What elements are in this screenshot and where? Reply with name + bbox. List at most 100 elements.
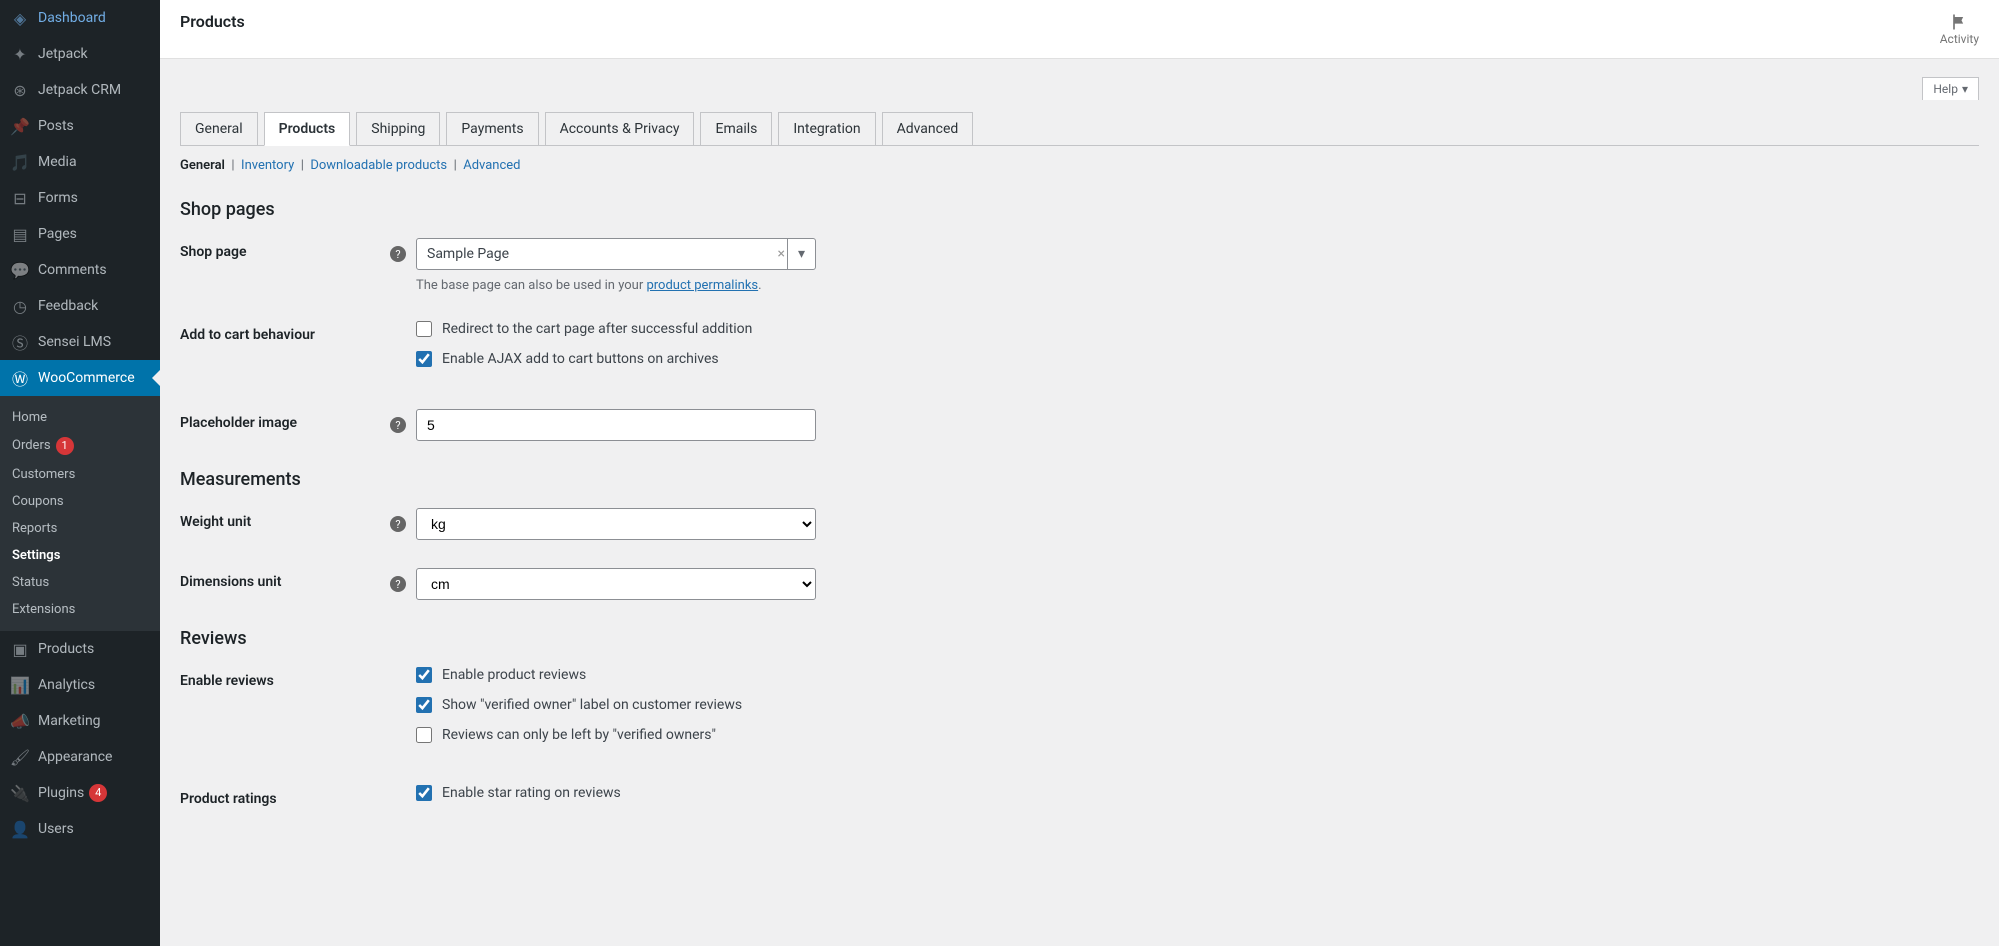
woocommerce-submenu: Home Orders1 Customers Coupons Reports S… [0,396,160,631]
feedback-icon: ◷ [10,296,30,316]
submenu-label: Orders [12,438,51,453]
sidebar-item-products[interactable]: ▣ Products [0,631,160,667]
page-title: Products [180,12,245,31]
redirect-label: Redirect to the cart page after successf… [442,321,752,337]
sidebar-item-jetpack[interactable]: ✦Jetpack [0,36,160,72]
verified-only-label: Reviews can only be left by "verified ow… [442,727,716,743]
sidebar-item-label: Jetpack CRM [38,82,121,98]
checkbox-verified-label: Show "verified owner" label on customer … [416,697,1979,713]
tab-general[interactable]: General [180,112,258,145]
permalinks-link[interactable]: product permalinks [646,278,758,293]
star-rating-label: Enable star rating on reviews [442,785,621,801]
label-dimensions-unit: Dimensions unit [180,568,390,590]
help-icon[interactable]: ? [390,417,406,433]
sidebar-item-forms[interactable]: ⊟Forms [0,180,160,216]
checkbox-ajax: Enable AJAX add to cart buttons on archi… [416,351,1979,367]
submenu-extensions[interactable]: Extensions [0,596,160,623]
sidebar-item-woocommerce[interactable]: ⓌWooCommerce [0,360,160,396]
sensei-icon: Ⓢ [10,332,30,352]
tab-emails[interactable]: Emails [700,112,772,145]
sidebar-item-dashboard[interactable]: ◈Dashboard [0,0,160,36]
content-area: Help ▾ General Products Shipping Payment… [160,59,1999,883]
row-add-to-cart: Add to cart behaviour Redirect to the ca… [180,321,1979,381]
sidebar-item-users[interactable]: 👤Users [0,811,160,847]
enable-reviews-checkbox[interactable] [416,667,432,683]
subtab-inventory[interactable]: Inventory [241,158,294,173]
shop-page-select[interactable]: Sample Page × ▾ [416,238,816,270]
posts-icon: 📌 [10,116,30,136]
sidebar-item-label: Posts [38,118,74,134]
label-enable-reviews: Enable reviews [180,667,390,689]
subtab-advanced[interactable]: Advanced [463,158,520,173]
sidebar-item-appearance[interactable]: 🖌Appearance [0,739,160,775]
star-rating-checkbox[interactable] [416,785,432,801]
submenu-reports[interactable]: Reports [0,515,160,542]
row-product-ratings: Product ratings Enable star rating on re… [180,785,1979,815]
separator: | [228,158,241,173]
marketing-icon: 📣 [10,711,30,731]
sidebar-item-plugins[interactable]: 🔌Plugins4 [0,775,160,811]
row-shop-page: Shop page ? Sample Page × ▾ The base pag… [180,238,1979,293]
submenu-home[interactable]: Home [0,404,160,431]
dimensions-unit-select[interactable]: cm [416,568,816,600]
placeholder-image-input[interactable] [416,409,816,441]
verified-label-checkbox[interactable] [416,697,432,713]
flag-icon [1949,12,1969,32]
sidebar-item-feedback[interactable]: ◷Feedback [0,288,160,324]
submenu-customers[interactable]: Customers [0,461,160,488]
label-add-to-cart: Add to cart behaviour [180,321,390,343]
sidebar-item-label: Products [38,641,94,657]
tab-integration[interactable]: Integration [778,112,875,145]
tab-advanced[interactable]: Advanced [882,112,974,145]
clear-icon[interactable]: × [778,246,785,262]
sub-tabs: General | Inventory | Downloadable produ… [180,146,1979,191]
sidebar-item-analytics[interactable]: 📊Analytics [0,667,160,703]
checkbox-enable-reviews: Enable product reviews [416,667,1979,683]
tab-products[interactable]: Products [264,112,351,146]
admin-sidebar: ◈Dashboard ✦Jetpack ⊛Jetpack CRM 📌Posts … [0,0,160,946]
tab-accounts[interactable]: Accounts & Privacy [545,112,695,145]
help-icon[interactable]: ? [390,576,406,592]
chevron-down-icon: ▾ [1962,82,1968,96]
sidebar-item-label: Media [38,154,77,170]
ajax-checkbox[interactable] [416,351,432,367]
sidebar-item-pages[interactable]: ▤ Pages [0,216,160,252]
weight-unit-select[interactable]: kg [416,508,816,540]
sidebar-item-marketing[interactable]: 📣 Marketing [0,703,160,739]
sidebar-item-comments[interactable]: 💬Comments [0,252,160,288]
submenu-settings[interactable]: Settings [0,542,160,569]
shop-page-value: Sample Page [427,246,509,262]
activity-button[interactable]: Activity [1940,12,1979,46]
tab-shipping[interactable]: Shipping [356,112,440,145]
help-label: Help [1933,82,1958,96]
sidebar-item-jetpack-crm[interactable]: ⊛ Jetpack CRM [0,72,160,108]
crm-icon: ⊛ [10,80,30,100]
submenu-status[interactable]: Status [0,569,160,596]
verified-only-checkbox[interactable] [416,727,432,743]
desc-text: The base page can also be used in your [416,278,646,293]
submenu-orders[interactable]: Orders1 [0,431,160,461]
tab-payments[interactable]: Payments [446,112,538,145]
jetpack-icon: ✦ [10,44,30,64]
label-product-ratings: Product ratings [180,785,390,807]
subtab-general[interactable]: General [180,158,225,173]
sidebar-item-label: Pages [38,226,77,242]
checkbox-verified-only: Reviews can only be left by "verified ow… [416,727,1979,743]
pages-icon: ▤ [10,224,30,244]
help-icon[interactable]: ? [390,246,406,262]
sidebar-item-label: Appearance [38,749,112,765]
sidebar-item-label: Dashboard [38,10,106,26]
help-button[interactable]: Help ▾ [1922,77,1979,100]
redirect-checkbox[interactable] [416,321,432,337]
sidebar-item-media[interactable]: 🎵Media [0,144,160,180]
separator: | [297,158,310,173]
plugins-icon: 🔌 [10,783,30,803]
chevron-down-icon[interactable]: ▾ [787,239,815,269]
products-icon: ▣ [10,639,30,659]
help-icon[interactable]: ? [390,516,406,532]
sidebar-item-posts[interactable]: 📌 Posts [0,108,160,144]
sidebar-item-sensei[interactable]: ⓈSensei LMS [0,324,160,360]
sidebar-item-label: Marketing [38,713,101,729]
submenu-coupons[interactable]: Coupons [0,488,160,515]
subtab-downloadable[interactable]: Downloadable products [310,158,447,173]
